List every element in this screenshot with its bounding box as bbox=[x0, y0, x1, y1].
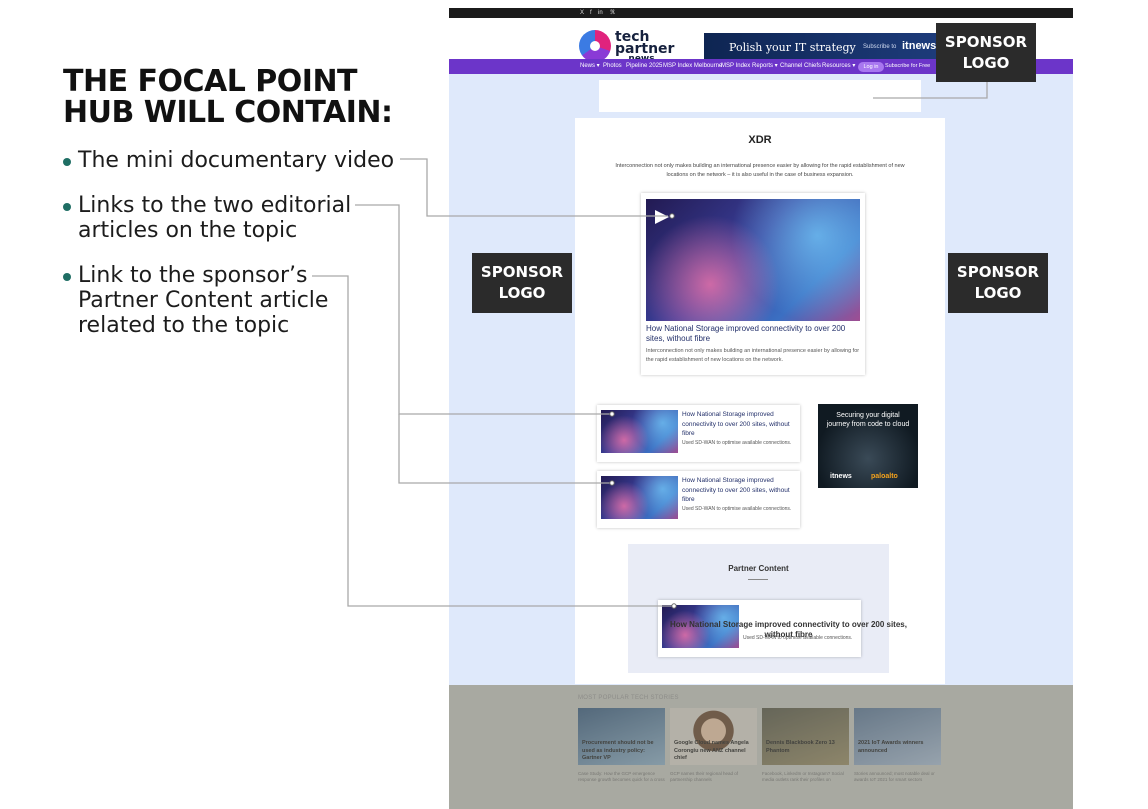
sponsor-text: SPONSOR bbox=[944, 33, 1028, 51]
article-thumbnail[interactable] bbox=[601, 410, 678, 453]
partner-article-card[interactable]: How National Storage improved connectivi… bbox=[658, 600, 907, 657]
ad-brand: itnews bbox=[902, 40, 937, 52]
side-ad-banner[interactable]: Securing your digital journey from code … bbox=[818, 404, 918, 488]
callout-heading: THE FOCAL POINT HUB WILL CONTAIN: bbox=[63, 64, 393, 130]
site-logo-icon[interactable] bbox=[579, 30, 611, 62]
article-desc: Used SD-WAN to optimise available connec… bbox=[743, 635, 853, 641]
bullet-video: The mini documentary video bbox=[63, 148, 395, 173]
bullet-text: Partner Content article bbox=[78, 288, 329, 313]
nav-msp-index[interactable]: MSP Index bbox=[721, 62, 750, 70]
article-title[interactable]: How National Storage improved connectivi… bbox=[682, 476, 792, 505]
sponsor-text: SPONSOR bbox=[956, 263, 1040, 281]
article-card[interactable]: How National Storage improved connectivi… bbox=[597, 471, 800, 528]
feature-title[interactable]: How National Storage improved connectivi… bbox=[646, 324, 860, 344]
feature-desc: Interconnection not only makes building … bbox=[646, 348, 860, 363]
divider bbox=[748, 579, 768, 580]
article-card[interactable]: How National Storage improved connectivi… bbox=[597, 405, 800, 462]
sponsor-logo-right: SPONSOR LOGO bbox=[948, 253, 1048, 313]
bullet-dot bbox=[63, 158, 71, 166]
partner-content-section: Partner Content How National Storage imp… bbox=[628, 544, 907, 673]
bullet-partner-content: Link to the sponsor’s Partner Content ar… bbox=[63, 263, 329, 338]
callout-heading-line: THE FOCAL POINT bbox=[63, 64, 358, 99]
feature-video-card[interactable]: How National Storage improved connectivi… bbox=[641, 193, 865, 375]
sponsor-text: SPONSOR bbox=[480, 263, 564, 281]
bullet-dot bbox=[63, 203, 71, 211]
partner-heading: Partner Content bbox=[728, 564, 789, 573]
bullet-dot bbox=[63, 273, 71, 281]
nav-reports[interactable]: Reports ▾ bbox=[752, 62, 778, 70]
bullet-text: The mini documentary video bbox=[78, 148, 395, 173]
side-ad-brand: itnews bbox=[830, 473, 852, 480]
article-desc: Used SD-WAN to optimise available connec… bbox=[682, 440, 792, 446]
article-thumbnail[interactable] bbox=[601, 476, 678, 519]
focal-point-hub: XDR Interconnection not only makes build… bbox=[575, 118, 945, 684]
ad-subscribe-text: Subscribe to bbox=[863, 44, 897, 50]
rss-icon[interactable]: ℜ bbox=[610, 9, 615, 17]
subscribe-link[interactable]: Subscribe for Free bbox=[885, 62, 930, 71]
bullet-text: Link to the sponsor’s bbox=[78, 263, 308, 288]
hub-intro: Interconnection not only makes building … bbox=[615, 163, 905, 178]
nav-msp-index-melbourne[interactable]: MSP Index Melbourne bbox=[663, 62, 722, 70]
x-icon[interactable]: X bbox=[580, 9, 584, 17]
sponsor-text: LOGO bbox=[962, 54, 1010, 72]
side-ad-text: Securing your digital journey from code … bbox=[826, 412, 910, 428]
sponsor-text: LOGO bbox=[498, 284, 546, 302]
article-title[interactable]: How National Storage improved connectivi… bbox=[682, 410, 792, 439]
sponsor-text: LOGO bbox=[974, 284, 1022, 302]
facebook-icon[interactable]: f bbox=[590, 9, 592, 17]
ad-text: Polish your IT strategy bbox=[729, 41, 856, 54]
nav-pipeline[interactable]: Pipeline 2025 bbox=[626, 62, 662, 70]
social-bar: X f in ℜ bbox=[449, 8, 1073, 18]
login-button[interactable]: Log in bbox=[858, 62, 884, 72]
sponsor-logo-top: SPONSOR LOGO bbox=[936, 23, 1036, 82]
linkedin-icon[interactable]: in bbox=[598, 9, 603, 17]
ad-slot bbox=[599, 80, 921, 112]
sponsor-logo-left: SPONSOR LOGO bbox=[472, 253, 572, 313]
side-ad-brand: paloalto bbox=[871, 473, 898, 480]
nav-channel-chiefs[interactable]: Channel Chiefs bbox=[780, 62, 821, 70]
nav-photos[interactable]: Photos bbox=[603, 62, 622, 70]
bullet-text: related to the topic bbox=[78, 313, 290, 338]
nav-news[interactable]: News ▾ bbox=[580, 62, 600, 70]
bullet-text: Links to the two editorial bbox=[78, 193, 352, 218]
hub-title: XDR bbox=[748, 134, 772, 146]
site-mockup: X f in ℜ tech partner .news Polish your … bbox=[449, 8, 1073, 809]
bullet-text: articles on the topic bbox=[78, 218, 298, 243]
article-desc: Used SD-WAN to optimise available connec… bbox=[682, 506, 792, 512]
footer-overlay bbox=[449, 685, 1073, 809]
play-icon[interactable] bbox=[651, 208, 673, 226]
bullet-editorial-articles: Links to the two editorial articles on t… bbox=[63, 193, 352, 243]
video-thumbnail[interactable] bbox=[646, 199, 860, 321]
callout-heading-line: HUB WILL CONTAIN: bbox=[63, 95, 393, 130]
nav-resources[interactable]: Resources ▾ bbox=[822, 62, 855, 70]
